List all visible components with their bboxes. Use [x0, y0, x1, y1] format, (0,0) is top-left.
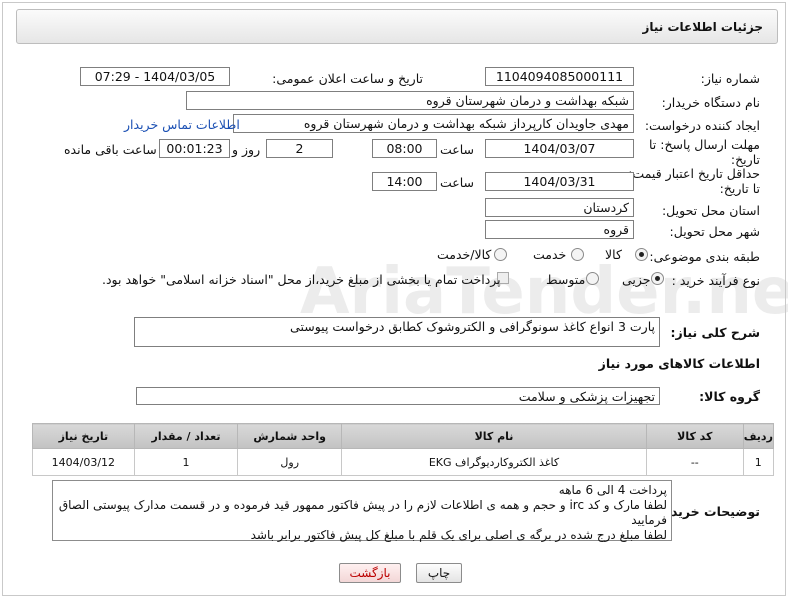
category-label: طبقه بندی موضوعی: [649, 249, 760, 264]
notes-line-3: لطفا مبلغ درج شده در برگه ی اصلی برای یک… [250, 528, 667, 542]
province-field: کردستان [485, 198, 634, 217]
goods-group-label: گروه کالا: [699, 389, 760, 404]
summary-field: پارت 3 انواع کاغذ سونوگرافی و الکتروشوک … [134, 317, 660, 347]
remaining-time-field: 00:01:23 [159, 139, 230, 158]
process-radio-medium[interactable] [586, 272, 599, 285]
cell-unit: رول [237, 448, 343, 476]
buyer-contact-link[interactable]: اطلاعات تماس خریدار [124, 117, 240, 132]
print-button[interactable]: چاپ [416, 563, 462, 583]
category-radio-goods[interactable] [635, 248, 648, 261]
remaining-time-label: ساعت باقی مانده [64, 142, 157, 157]
treasury-payment-note: پرداخت تمام یا بخشی از مبلغ خرید،از محل … [102, 272, 501, 287]
cell-date: 1404/03/12 [32, 448, 135, 476]
cell-code: -- [645, 448, 744, 476]
cell-row: 1 [742, 448, 775, 476]
notes-line-1: پرداخت 4 الی 6 ماهه [558, 483, 667, 497]
col-name-header: نام کالا [341, 423, 647, 449]
goods-table-header: ردیف کد کالا نام کالا واحد شمارش تعداد /… [32, 423, 775, 449]
goods-section-title: اطلاعات کالاهای مورد نیاز [598, 356, 760, 371]
validity-time-field: 14:00 [372, 172, 437, 191]
days-field: 2 [266, 139, 333, 158]
back-button[interactable]: بازگشت [339, 563, 401, 583]
notes-line-2: لطفا مارک و کد irc و حجم و همه ی اطلاعات… [58, 498, 667, 527]
col-qty-header: تعداد / مقدار [133, 423, 239, 449]
province-label: استان محل تحویل: [661, 203, 760, 218]
category-option-goods-service: کالا/خدمت [437, 247, 492, 262]
need-number-field: 1104094085000111 [485, 67, 634, 86]
buyer-org-field: شبکه بهداشت و درمان شهرستان قروه [186, 91, 634, 110]
announce-label: تاریخ و ساعت اعلان عمومی: [272, 71, 423, 86]
category-option-service: خدمت [533, 247, 567, 262]
price-validity-label: حداقل تاریخ اعتبار قیمت: تا تاریخ: [628, 166, 760, 196]
validity-date-field: 1404/03/31 [485, 172, 634, 191]
cell-name: کاغذ الکتروکاردیوگراف EKG [341, 448, 647, 476]
panel-header: جزئیات اطلاعات نیاز [16, 9, 778, 44]
city-field: قروه [485, 220, 634, 239]
process-label: نوع فرآیند خرید : [671, 273, 760, 288]
cell-qty: 1 [133, 448, 239, 476]
category-option-goods: کالا [605, 247, 622, 262]
buyer-org-label: نام دستگاه خریدار: [661, 95, 760, 110]
process-option-medium: متوسط [546, 272, 586, 287]
days-label: روز و [232, 142, 261, 157]
category-radio-service[interactable] [571, 248, 584, 261]
col-date-header: تاریخ نیاز [32, 423, 135, 449]
reply-date-field: 1404/03/07 [485, 139, 634, 158]
need-number-label: شماره نیاز: [700, 71, 760, 86]
table-row: 1 -- کاغذ الکتروکاردیوگراف EKG رول 1 140… [32, 448, 775, 476]
process-option-minor: جزیی [622, 272, 651, 287]
validity-time-label: ساعت [440, 175, 475, 190]
process-radio-minor[interactable] [651, 272, 664, 285]
panel-title: جزئیات اطلاعات نیاز [642, 20, 763, 34]
reply-time-label: ساعت [440, 142, 475, 157]
col-code-header: کد کالا [645, 423, 744, 449]
announce-field: 1404/03/05 - 07:29 [80, 67, 230, 86]
col-row-header: ردیف [742, 423, 775, 449]
goods-group-field: تجهیزات پزشکی و سلامت [136, 387, 660, 405]
requester-field: مهدی جاویدان کارپرداز شبکه بهداشت و درما… [233, 114, 634, 133]
city-label: شهر محل تحویل: [669, 224, 760, 239]
reply-deadline-label: مهلت ارسال پاسخ: تا تاریخ: [649, 137, 760, 167]
goods-table: ردیف کد کالا نام کالا واحد شمارش تعداد /… [32, 423, 775, 476]
col-unit-header: واحد شمارش [237, 423, 343, 449]
summary-label: شرح کلی نیاز: [670, 325, 760, 340]
buyer-notes-field: پرداخت 4 الی 6 ماهه لطفا مارک و کد irc و… [52, 480, 672, 542]
reply-time-field: 08:00 [372, 139, 437, 158]
requester-label: ایجاد کننده درخواست: [644, 118, 760, 133]
category-radio-goods-service[interactable] [494, 248, 507, 261]
